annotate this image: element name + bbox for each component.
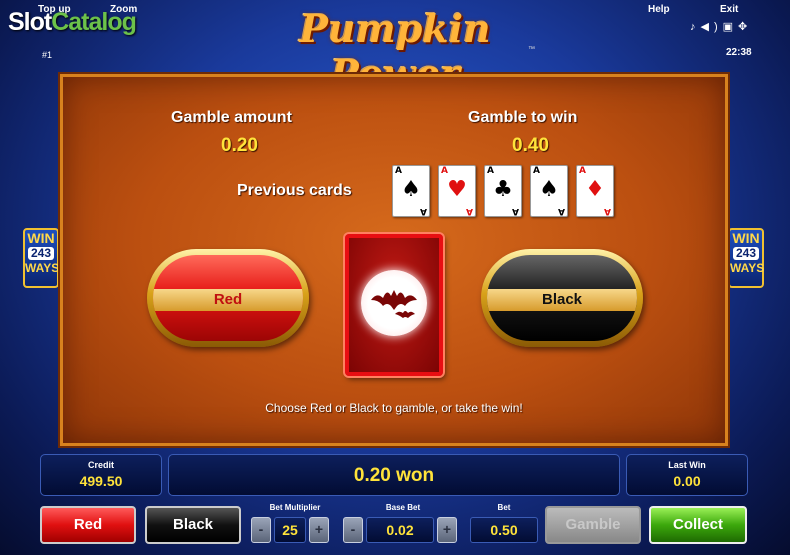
collect-button[interactable]: Collect — [649, 506, 747, 544]
card-rank: A — [441, 166, 448, 176]
card-rank: A — [395, 166, 402, 176]
card-suit-icon: ♠ — [401, 177, 421, 202]
bet-value: 0.50 — [470, 517, 538, 543]
gamble-amount-label: Gamble amount — [171, 109, 292, 126]
trademark-mark: ™ — [528, 46, 535, 53]
card-suit-icon: ♠ — [539, 177, 559, 202]
bet-multiplier-minus-button[interactable]: - — [251, 517, 271, 543]
gamble-button[interactable]: Gamble — [545, 506, 641, 544]
black-choice-face: Black — [487, 255, 637, 341]
win-243-ways-badge-right: WIN 243 WAYS — [728, 228, 764, 288]
system-icons[interactable]: ♪◀)▣✥ — [690, 20, 752, 33]
previous-card: A ♥ A — [438, 165, 476, 217]
credit-label: Credit — [87, 460, 114, 470]
clock: 22:38 — [726, 47, 752, 58]
red-choice-button[interactable]: Red — [147, 249, 309, 347]
credit-box: Credit 499.50 — [40, 454, 162, 496]
card-rank: A — [512, 206, 519, 216]
gamble-to-win-label: Gamble to win — [468, 109, 578, 126]
card-suit-icon: ♣ — [493, 177, 513, 202]
top-bar: Top up Zoom SlotCatalog #1 Pumpkin Power… — [0, 0, 790, 96]
gamble-panel: Gamble amount 0.20 Gamble to win 0.40 Pr… — [60, 74, 728, 446]
base-bet-minus-button[interactable]: - — [343, 517, 363, 543]
watermark-accent-text: Catalog — [51, 8, 137, 36]
gamble-hint-text: Choose Red or Black to gamble, or take t… — [265, 401, 523, 415]
black-button[interactable]: Black — [145, 506, 241, 544]
bet-multiplier-value: 25 — [274, 517, 306, 543]
last-win-value: 0.00 — [673, 473, 701, 489]
card-rank: A — [604, 206, 611, 216]
won-message: 0.20 won — [168, 454, 620, 496]
badge-win-text: WIN — [27, 230, 55, 246]
previous-cards-label: Previous cards — [237, 182, 352, 199]
red-choice-face: Red — [153, 255, 303, 341]
face-down-gamble-card — [345, 234, 443, 376]
red-button[interactable]: Red — [40, 506, 136, 544]
red-choice-label: Red — [153, 289, 303, 311]
card-rank: A — [420, 206, 427, 216]
previous-card: A ♠ A — [392, 165, 430, 217]
badge-number: 243 — [28, 247, 54, 260]
card-rank: A — [558, 206, 565, 216]
black-choice-button[interactable]: Black — [481, 249, 643, 347]
previous-card: A ♦ A — [576, 165, 614, 217]
bet-multiplier-label: Bet Multiplier — [269, 503, 321, 512]
bet-label: Bet — [497, 503, 511, 512]
previous-card: A ♠ A — [530, 165, 568, 217]
last-win-label: Last Win — [668, 460, 706, 470]
card-suit-icon: ♦ — [585, 177, 605, 202]
badge-number: 243 — [733, 247, 759, 260]
badge-ways-text: WAYS — [25, 261, 60, 275]
bat-icon — [371, 290, 417, 318]
base-bet-label: Base Bet — [385, 503, 421, 512]
badge-win-text: WIN — [732, 230, 760, 246]
last-win-box: Last Win 0.00 — [626, 454, 748, 496]
card-rank: A — [533, 166, 540, 176]
card-rank: A — [579, 166, 586, 176]
help-link[interactable]: Help — [648, 4, 670, 15]
gamble-amount-value: 0.20 — [221, 135, 258, 156]
previous-card: A ♣ A — [484, 165, 522, 217]
base-bet-plus-button[interactable]: + — [437, 517, 457, 543]
gamble-to-win-value: 0.40 — [512, 135, 549, 156]
badge-ways-text: WAYS — [730, 261, 765, 275]
credit-value: 499.50 — [79, 473, 123, 489]
moon-icon — [361, 270, 427, 336]
base-bet-value: 0.02 — [366, 517, 434, 543]
black-choice-label: Black — [487, 289, 637, 311]
watermark-logo: SlotCatalog — [8, 8, 137, 37]
bet-multiplier-plus-button[interactable]: + — [309, 517, 329, 543]
card-rank: A — [487, 166, 494, 176]
card-suit-icon: ♥ — [447, 177, 467, 202]
win-243-ways-badge-left: WIN 243 WAYS — [23, 228, 59, 288]
exit-link[interactable]: Exit — [720, 4, 738, 15]
line-number: #1 — [42, 50, 53, 60]
watermark-text: Slot — [8, 8, 52, 36]
card-rank: A — [466, 206, 473, 216]
